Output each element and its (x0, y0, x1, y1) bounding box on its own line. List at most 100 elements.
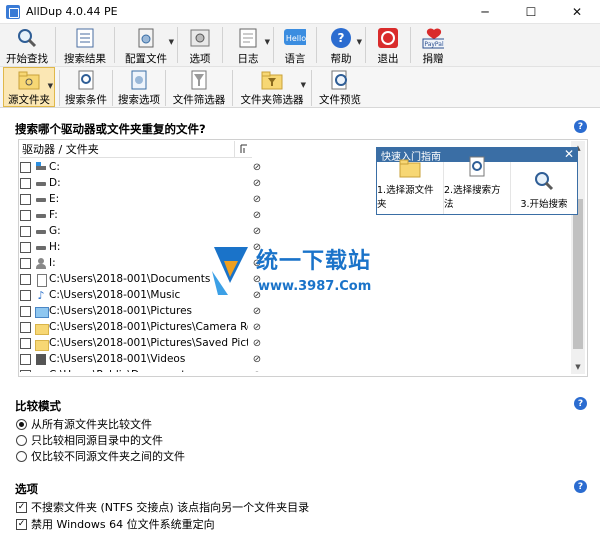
toolbar-divider (273, 27, 274, 63)
search-criteria-icon (466, 156, 488, 178)
minimize-button[interactable]: ─ (462, 0, 508, 24)
source-folder-icon (18, 70, 40, 90)
compare-option-all[interactable]: 从所有源文件夹比较文件 (16, 416, 152, 432)
list-item[interactable]: C:\Users\2018-001\Videos ⊘ (20, 351, 575, 367)
exit-icon (377, 27, 399, 49)
language-button[interactable]: Hello 语言 (278, 24, 312, 66)
sys-icon (35, 161, 47, 173)
chevron-down-icon[interactable]: ▼ (169, 38, 174, 46)
chevron-down-icon[interactable]: ▼ (265, 38, 270, 46)
option-label: 不搜索文件夹 (NTFS 交接点) 该点指向另一个文件夹目录 (31, 501, 310, 514)
checkbox[interactable]: ✓ (16, 501, 27, 513)
list-item[interactable]: G: ⊘ (20, 223, 575, 239)
row-label: C: (49, 161, 60, 173)
chevron-down-icon[interactable]: ▼ (301, 81, 306, 89)
chevron-down-icon[interactable]: ▼ (357, 38, 362, 46)
row-checkbox[interactable] (20, 225, 31, 237)
row-checkbox[interactable] (20, 273, 31, 285)
exit-button[interactable]: 退出 (370, 24, 406, 66)
option-disable-redirect[interactable]: ✓ 禁用 Windows 64 位文件系统重定向 (16, 516, 215, 532)
option-skip-junction[interactable]: ✓ 不搜索文件夹 (NTFS 交接点) 该点指向另一个文件夹目录 (16, 499, 309, 515)
list-item[interactable]: C:\Users\2018-001\Pictures ⊘ (20, 303, 575, 319)
row-checkbox[interactable] (20, 193, 31, 205)
row-checkbox[interactable] (20, 177, 31, 189)
results-list-icon (74, 27, 96, 49)
row-checkbox[interactable] (20, 321, 31, 333)
drive-icon (35, 242, 47, 253)
row-checkbox[interactable] (20, 305, 31, 317)
file-preview-icon (329, 69, 351, 90)
folder-filter-icon (261, 69, 283, 90)
source-help-icon[interactable]: ? (574, 120, 587, 133)
search-results-label: 搜索结果 (64, 53, 106, 65)
row-checkbox[interactable] (20, 161, 31, 173)
include-subfolders-icon[interactable]: ⊘ (248, 306, 266, 317)
radio-button[interactable] (16, 450, 27, 462)
drive-icon (35, 210, 47, 221)
file-preview-tab[interactable]: 文件预览 (316, 67, 364, 107)
compare-option-different-dir[interactable]: 仅比较不同源文件夹之间的文件 (16, 448, 185, 464)
column-header-drive-folder[interactable]: 驱动器 / 文件夹 (20, 141, 234, 157)
search-results-button[interactable]: 搜索结果 (60, 24, 110, 66)
quick-step-start-search[interactable]: 3.开始搜索 (511, 162, 577, 214)
options-help-icon[interactable]: ? (574, 480, 587, 493)
config-file-label: 配置文件 (125, 53, 167, 65)
compare-section-title: 比较模式 (15, 399, 61, 413)
row-checkbox[interactable] (20, 337, 31, 349)
search-magnifier-icon (533, 170, 555, 192)
donate-badge-text: PayPal (424, 41, 444, 48)
options-button[interactable]: 选项 (182, 24, 218, 66)
maximize-button[interactable]: ☐ (508, 0, 554, 24)
folder-filter-tab[interactable]: 文件夹筛选器 ▼ (237, 67, 307, 107)
secondary-toolbar: 源文件夹 ▼ 搜索条件 搜索选项 文件筛选器 文件夹筛选器 ▼ 文件预览 (0, 66, 600, 108)
include-subfolders-icon[interactable]: ⊘ (248, 210, 266, 221)
compare-option-same-dir[interactable]: 只比较相同源目录中的文件 (16, 432, 163, 448)
chevron-down-icon[interactable]: ▼ (48, 82, 53, 90)
source-folder-icon (399, 158, 421, 178)
include-subfolders-icon[interactable]: ⊘ (248, 162, 266, 173)
exit-label: 退出 (377, 53, 399, 65)
include-subfolders-icon[interactable]: ⊘ (248, 194, 266, 205)
include-subfolders-icon[interactable]: ⊘ (248, 354, 266, 365)
close-button[interactable]: ✕ (554, 0, 600, 24)
start-search-button[interactable]: 开始查找 (3, 24, 51, 66)
include-subfolders-icon[interactable]: ⊘ (248, 226, 266, 237)
radio-button[interactable] (16, 418, 27, 430)
row-checkbox[interactable] (20, 209, 31, 221)
source-folder-tab[interactable]: 源文件夹 ▼ (3, 67, 55, 107)
include-subfolders-icon[interactable]: ⊘ (248, 338, 266, 349)
donate-button[interactable]: PayPal 捐赠 (415, 24, 451, 66)
row-checkbox[interactable] (20, 353, 31, 365)
docs-icon (35, 273, 47, 287)
file-filter-icon (188, 69, 210, 90)
checkbox[interactable]: ✓ (16, 518, 27, 530)
include-subfolders-icon[interactable]: ⊘ (248, 322, 266, 333)
row-checkbox[interactable] (20, 241, 31, 253)
quick-step-select-source[interactable]: 1.选择源文件夹 (377, 159, 444, 214)
config-file-icon (135, 27, 157, 49)
log-button[interactable]: 日志 ▼ (227, 24, 270, 66)
list-item[interactable]: C:\Users\Public\Documents⊘ (20, 367, 575, 372)
row-checkbox[interactable] (20, 289, 31, 301)
quick-start-close-icon[interactable]: ✕ (564, 147, 574, 161)
scroll-thumb[interactable] (573, 199, 583, 349)
row-checkbox[interactable] (20, 369, 31, 372)
list-item[interactable]: C:\Users\2018-001\Pictures\Saved Picture… (20, 335, 575, 351)
scroll-down-arrow-icon[interactable]: ▼ (571, 360, 585, 374)
watermark-logo-icon (212, 247, 248, 295)
search-options-tab[interactable]: 搜索选项 (117, 67, 161, 107)
include-subfolders-icon[interactable]: ⊘ (248, 178, 266, 189)
drive-icon (35, 226, 47, 237)
compare-help-icon[interactable]: ? (574, 397, 587, 410)
help-button[interactable]: ? 帮助 ▼ (321, 24, 362, 66)
search-options-icon (128, 69, 150, 90)
row-checkbox[interactable] (20, 257, 31, 269)
config-file-button[interactable]: 配置文件 ▼ (119, 24, 174, 66)
quick-step-select-method[interactable]: 2.选择搜索方法 (444, 156, 511, 214)
search-criteria-tab[interactable]: 搜索条件 (64, 67, 108, 107)
radio-button[interactable] (16, 434, 27, 446)
list-item[interactable]: C:\Users\2018-001\Pictures\Camera Roll ⊘ (20, 319, 575, 335)
include-subfolders-icon[interactable]: ⊘ (248, 370, 266, 373)
sort-icon[interactable] (234, 140, 252, 158)
file-filter-tab[interactable]: 文件筛选器 (170, 67, 228, 107)
